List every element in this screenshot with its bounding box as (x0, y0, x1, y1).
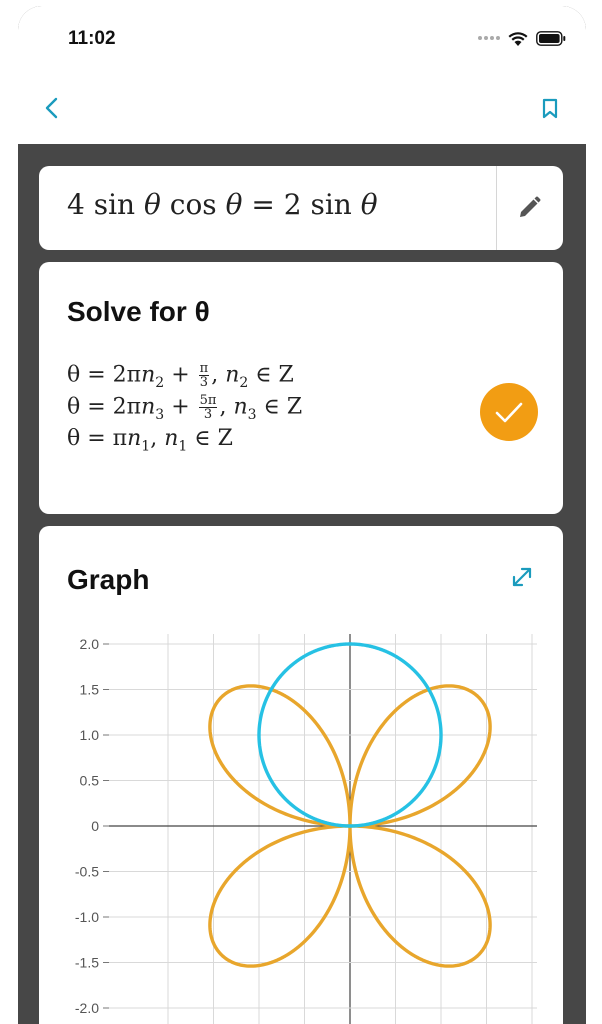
y-tick-label: 0 (91, 818, 99, 834)
check-button[interactable] (480, 383, 538, 441)
y-tick-label: 2.0 (80, 636, 100, 652)
y-tick-label: -0.5 (75, 864, 99, 880)
y-tick-label: -1.5 (75, 955, 99, 971)
solution-line: θ = 2πn2 + π3, n2 ∈ Z (67, 361, 294, 391)
solutions-list: θ = 2πn2 + π3, n2 ∈ Z θ = 2πn3 + 5π 3, n3… (67, 362, 302, 458)
cellular-signal-icon (478, 36, 500, 40)
status-icons (478, 28, 566, 48)
status-time: 11:02 (68, 28, 116, 49)
solution-line: θ = πn1, n1 ∈ Z (67, 426, 233, 455)
y-tick-label: 0.5 (80, 773, 100, 789)
eq-cos: cos (169, 188, 217, 221)
edit-button[interactable] (509, 188, 549, 228)
top-bar: 11:02 (18, 6, 586, 144)
graph-plot[interactable]: 2.0 1.5 1.0 0.5 0 -0.5 -1.0 -1.5 -2.0 (39, 526, 563, 1024)
check-icon (495, 402, 523, 423)
eq-sin: sin (93, 188, 136, 221)
solution-line: θ = 2πn3 + 5π 3, n3 ∈ Z (67, 393, 303, 423)
graph-card: Graph 2.0 1.5 1.0 0.5 0 -0.5 -1.0 -1.5 -2.0 (39, 526, 563, 1024)
eq-coef: 4 (67, 188, 85, 221)
y-tick-label: -2.0 (75, 1000, 99, 1016)
bookmark-button[interactable] (534, 92, 566, 124)
eq-theta: θ (144, 188, 161, 221)
equation-input-card[interactable]: 4 sin θ cos θ = 2 sin θ (39, 166, 563, 250)
phone-screen: 11:02 4 sin θ cos θ = 2 sin θ Solve for … (18, 6, 586, 1024)
wifi-icon (508, 31, 528, 46)
eq-coef: 2 (283, 188, 302, 221)
pencil-icon (520, 196, 541, 217)
equation-display[interactable]: 4 sin θ cos θ = 2 sin θ (67, 188, 378, 221)
y-tick-label: 1.0 (80, 727, 100, 743)
eq-theta: θ (360, 188, 378, 221)
solve-card: Solve for θ θ = 2πn2 + π3, n2 ∈ Z θ = 2π… (39, 262, 563, 514)
solve-title: Solve for θ (67, 296, 210, 327)
eq-equals: = (251, 188, 275, 221)
eq-theta: θ (225, 188, 243, 221)
eq-sin: sin (310, 188, 352, 221)
divider (496, 166, 497, 250)
y-tick-label: -1.0 (75, 909, 99, 925)
back-button[interactable] (36, 92, 68, 124)
battery-icon (536, 30, 566, 46)
y-tick-label: 1.5 (80, 682, 100, 698)
